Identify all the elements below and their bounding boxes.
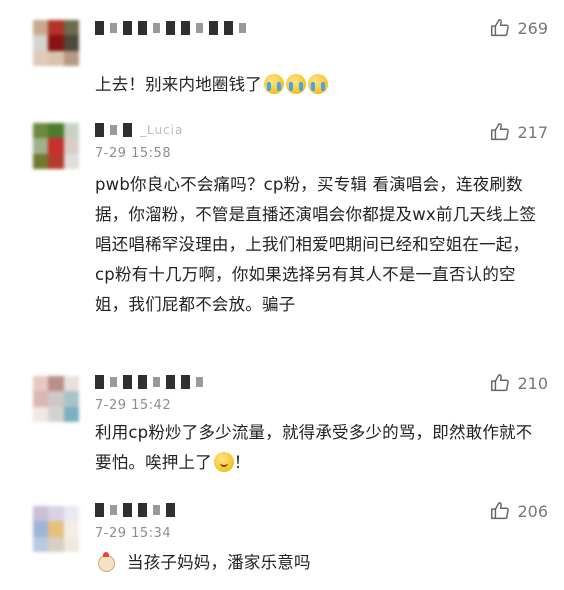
username[interactable] — [95, 502, 175, 518]
thumbs-up-icon — [491, 374, 510, 392]
like-button[interactable]: 210 — [489, 372, 548, 394]
avatar[interactable] — [33, 506, 79, 552]
comment-text: 利用cp粉炒了多少流量，就得承受多少的骂，即然敢作就不要怕。唉押上了！ — [95, 423, 533, 472]
timestamp: 7-29 15:58 — [95, 146, 172, 161]
avatar[interactable] — [33, 376, 79, 422]
thumbs-up-icon — [491, 123, 510, 141]
comment-item: 7-29 15:34 206 当孩子妈妈，潘家乐意吗 — [0, 492, 564, 590]
like-count: 206 — [517, 501, 548, 521]
like-button[interactable]: 217 — [489, 121, 548, 143]
username[interactable] — [95, 20, 246, 36]
like-button[interactable]: 206 — [489, 500, 548, 522]
smiling-face-emoji-icon — [213, 452, 234, 472]
like-count: 210 — [517, 373, 548, 393]
comment-text: pwb你良心不会痛吗？cp粉，买专辑 看演唱会，连夜刷数据，你溜粉，不管是直播还… — [95, 175, 537, 314]
thumbs-up-icon — [491, 19, 510, 37]
comment-item: _Lucia 7-29 15:58 217 pwb你良心不会痛吗？cp粉，买专辑… — [0, 100, 564, 362]
crying-face-emoji-icon — [308, 74, 328, 94]
comment-item: 269 上去！别来内地圈钱了 — [0, 0, 564, 100]
chicken-emoji-icon — [95, 551, 117, 573]
like-count: 217 — [517, 122, 548, 142]
comment-item: 7-29 15:42 210 利用cp粉炒了多少流量，就得承受多少的骂，即然敢作… — [0, 362, 564, 492]
comment-text: 上去！别来内地圈钱了 — [95, 70, 547, 100]
like-count: 269 — [517, 18, 548, 38]
like-button[interactable]: 269 — [489, 17, 548, 39]
timestamp: 7-29 15:42 — [95, 398, 172, 413]
crying-face-emoji-icon — [264, 74, 284, 94]
avatar[interactable] — [33, 20, 79, 66]
comment-text: 当孩子妈妈，潘家乐意吗 — [95, 548, 547, 578]
username[interactable] — [95, 374, 203, 390]
crying-face-emoji-icon — [286, 74, 306, 94]
thumbs-up-icon — [491, 502, 510, 520]
username[interactable]: _Lucia — [95, 122, 183, 138]
timestamp: 7-29 15:34 — [95, 526, 172, 541]
avatar[interactable] — [33, 123, 79, 169]
